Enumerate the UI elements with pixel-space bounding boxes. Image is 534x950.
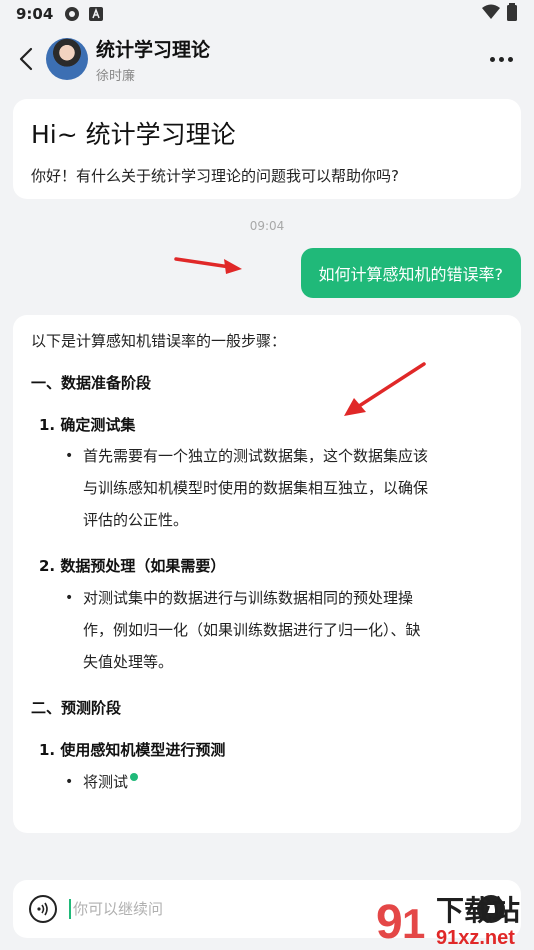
list-item: • 首先需要有一个独立的测试数据集，这个数据集应该 (65, 440, 503, 472)
title-block: 统计学习理论 徐时廉 (96, 35, 210, 84)
bullet-line: 将测试 (83, 772, 129, 791)
list-item: • 对测试集中的数据进行与训练数据相同的预处理操 (65, 582, 503, 614)
intro-card: Hi~ 统计学习理论 你好！有什么关于统计学习理论的问题我可以帮助你吗? (13, 99, 521, 199)
stop-icon (487, 905, 495, 913)
voice-wave-icon (37, 902, 48, 916)
answer-intro: 以下是计算感知机错误率的一般步骤： (31, 332, 287, 350)
intro-title: Hi~ 统计学习理论 (31, 120, 236, 149)
bullet-spacer (65, 614, 83, 646)
section-title: 二、预测阶段 (31, 699, 122, 717)
bullet-line: 评估的公正性。 (83, 511, 189, 530)
bullet-spacer (65, 504, 83, 536)
bullet-icon: • (65, 590, 74, 606)
step-title: 1. 使用感知机模型进行预测 (39, 740, 226, 759)
answer-step: 1. 确定测试集 • 首先需要有一个独立的测试数据集，这个数据集应该 与训练感知… (39, 415, 503, 537)
more-dot (507, 56, 513, 62)
battery-icon (506, 3, 518, 25)
a-badge-icon (89, 7, 104, 21)
list-item: 作，例如归一化（如果训练数据进行了归一化）、缺 (65, 614, 503, 646)
status-bar: 9:04 (0, 0, 534, 28)
status-time: 9:04 (16, 5, 54, 23)
chat-input[interactable] (73, 900, 477, 918)
chat-input-bar (13, 880, 521, 938)
bullet-line: 首先需要有一个独立的测试数据集，这个数据集应该 (83, 447, 429, 466)
bullet-spacer (65, 472, 83, 504)
user-message-bubble[interactable]: 如何计算感知机的错误率? (300, 248, 521, 298)
bullet-line: 与训练感知机模型时使用的数据集相互独立，以确保 (83, 479, 429, 498)
answer-step: 1. 使用感知机模型进行预测 • 将测试 (39, 740, 503, 798)
status-right (482, 3, 518, 25)
bullet-icon: • (65, 773, 74, 790)
bullet-line: 对测试集中的数据进行与训练数据相同的预处理操 (83, 589, 414, 607)
text-cursor (69, 899, 71, 919)
bullet-line: 作，例如归一化（如果训练数据进行了归一化）、缺 (83, 621, 421, 639)
chat-header: 统计学习理论 徐时廉 (0, 28, 534, 90)
more-button[interactable] (486, 44, 516, 74)
back-button[interactable] (4, 37, 48, 81)
intro-text: 你好！有什么关于统计学习理论的问题我可以帮助你吗? (31, 167, 399, 185)
bullet-line: 失值处理等。 (83, 653, 174, 671)
bullet-spacer (65, 646, 83, 678)
user-message-text: 如何计算感知机的错误率? (318, 265, 504, 284)
avatar[interactable] (46, 38, 88, 80)
step-title: 1. 确定测试集 (39, 415, 136, 434)
page-subtitle: 徐时廉 (96, 68, 136, 84)
list-item: 失值处理等。 (65, 646, 503, 678)
section-title: 一、数据准备阶段 (31, 373, 152, 392)
annotation-arrow-icon (344, 362, 426, 416)
bullet-line-wrap: 将测试 (83, 766, 139, 798)
voice-button[interactable] (29, 895, 57, 923)
answer-card: 以下是计算感知机错误率的一般步骤： 一、数据准备阶段 1. 确定测试集 • 首先… (13, 315, 521, 833)
page-title: 统计学习理论 (96, 38, 211, 61)
message-timestamp: 09:04 (249, 219, 285, 233)
step-title: 2. 数据预处理（如果需要） (39, 557, 226, 576)
more-dot (498, 56, 504, 62)
list-item: • 将测试 (65, 766, 503, 798)
stop-button[interactable] (477, 895, 505, 923)
list-item: 评估的公正性。 (65, 504, 503, 536)
bullet-icon: • (65, 448, 74, 465)
answer-step: 2. 数据预处理（如果需要） • 对测试集中的数据进行与训练数据相同的预处理操 … (39, 556, 503, 678)
settings-icon (63, 5, 81, 23)
wifi-icon (482, 4, 500, 24)
list-item: 与训练感知机模型时使用的数据集相互独立，以确保 (65, 472, 503, 504)
more-horizontal-icon (489, 56, 495, 62)
chevron-left-icon (19, 47, 33, 71)
annotation-arrow-icon (174, 257, 242, 274)
typing-indicator-icon (130, 772, 139, 781)
